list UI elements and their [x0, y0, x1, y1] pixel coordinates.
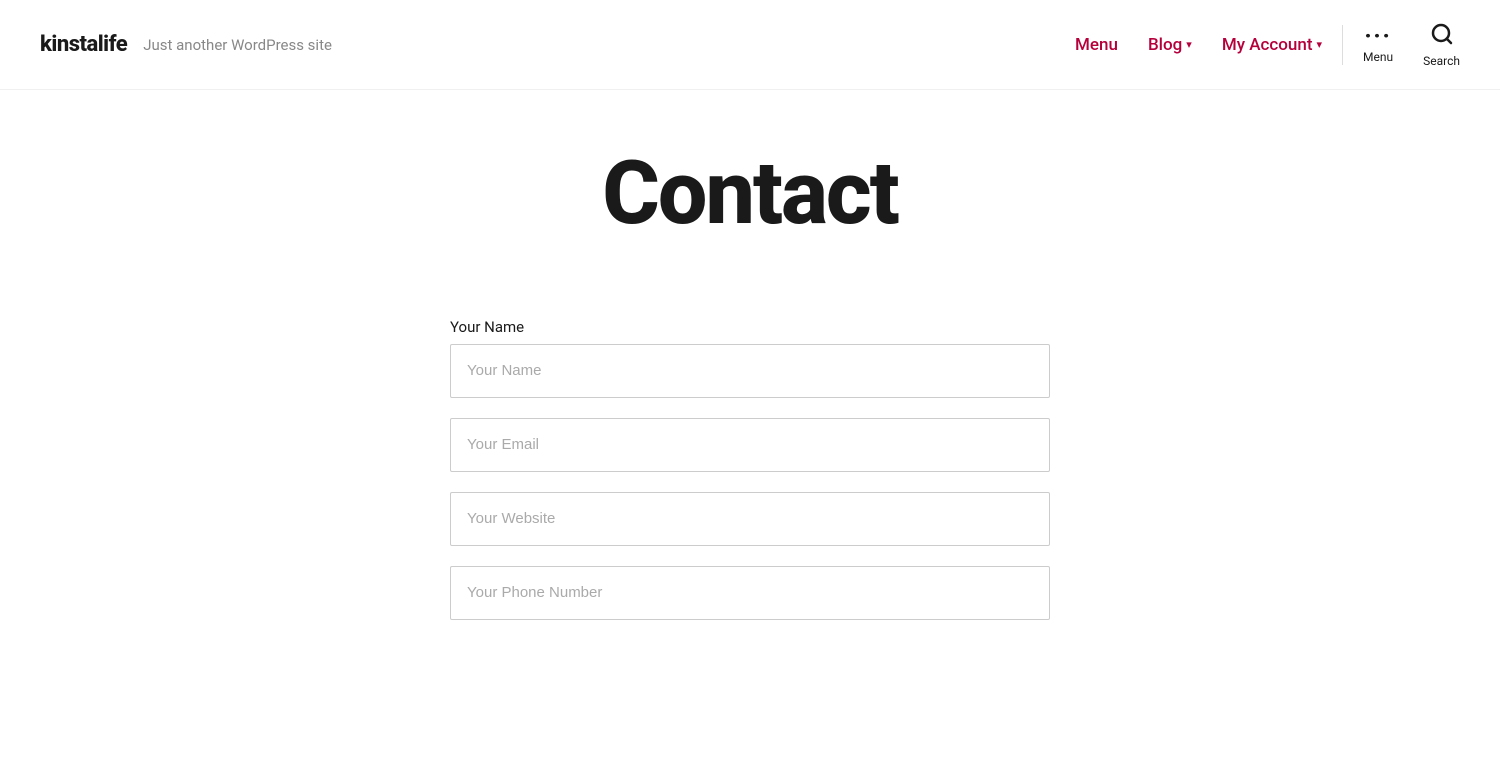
phone-input[interactable] [450, 566, 1050, 620]
menu-button[interactable]: ··· Menu [1363, 26, 1393, 64]
form-group-website [450, 492, 1050, 546]
form-group-email [450, 418, 1050, 472]
header-left: kinstalife Just another WordPress site [40, 32, 1075, 57]
form-group-phone [450, 566, 1050, 620]
form-group-name: Your Name [450, 318, 1050, 398]
name-label: Your Name [450, 318, 1050, 336]
name-input[interactable] [450, 344, 1050, 398]
site-header: kinstalife Just another WordPress site M… [0, 0, 1500, 90]
nav-item-menu[interactable]: Menu [1075, 35, 1118, 55]
main-content: Contact Your Name [0, 90, 1500, 680]
search-button[interactable]: Search [1423, 22, 1460, 68]
page-title: Contact [602, 150, 898, 238]
search-icon [1430, 22, 1454, 52]
website-input[interactable] [450, 492, 1050, 546]
nav-item-blog[interactable]: Blog ▾ [1148, 35, 1192, 55]
header-divider [1342, 25, 1343, 65]
header-actions: ··· Menu Search [1363, 22, 1460, 68]
chevron-down-icon: ▾ [1186, 38, 1192, 51]
dots-icon: ··· [1364, 26, 1391, 48]
site-logo[interactable]: kinstalife [40, 32, 127, 57]
contact-form: Your Name [450, 318, 1050, 640]
nav-item-myaccount[interactable]: My Account ▾ [1222, 35, 1322, 55]
main-nav: Menu Blog ▾ My Account ▾ [1075, 35, 1322, 55]
email-input[interactable] [450, 418, 1050, 472]
chevron-down-icon: ▾ [1317, 38, 1323, 51]
site-tagline: Just another WordPress site [143, 36, 332, 54]
